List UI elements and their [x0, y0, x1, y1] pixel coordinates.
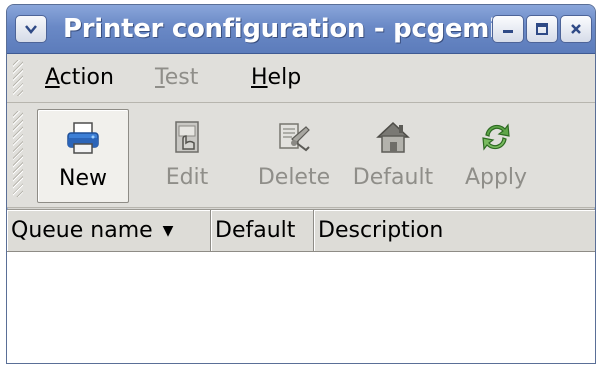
column-header-default-label: Default — [215, 218, 296, 243]
new-button[interactable]: New — [37, 109, 129, 203]
column-header-description-label: Description — [318, 218, 444, 243]
menu-help[interactable]: Help — [251, 54, 301, 102]
column-header-default[interactable]: Default — [211, 210, 314, 252]
menu-action-label: ction — [59, 65, 114, 90]
new-button-label: New — [59, 166, 107, 191]
window-menu-button[interactable] — [15, 15, 47, 43]
printer-icon — [67, 122, 99, 154]
close-icon — [571, 24, 581, 34]
chevron-down-icon — [25, 25, 37, 34]
maximize-icon — [536, 23, 548, 35]
edit-icon — [175, 121, 199, 153]
menu-test-label: est — [164, 65, 199, 90]
edit-button[interactable]: Edit — [157, 109, 217, 201]
apply-button-label: Apply — [464, 165, 528, 190]
home-icon — [376, 121, 410, 153]
minimize-icon — [503, 30, 513, 33]
column-header-queue-name[interactable]: Queue name ▼ — [7, 210, 211, 252]
maximize-button[interactable] — [526, 15, 558, 43]
close-button[interactable] — [560, 15, 592, 43]
delete-button[interactable]: Delete — [251, 109, 337, 201]
menu-test-mnemonic: T — [155, 65, 165, 90]
queue-list[interactable]: Queue name ▼ Default Description — [7, 209, 595, 363]
title-bar[interactable]: Printer configuration - pcgemila — [7, 5, 595, 54]
printer-config-window: Printer configuration - pcgemila Action … — [6, 4, 596, 364]
column-header-description[interactable]: Description — [314, 210, 595, 252]
sort-descending-icon: ▼ — [162, 223, 174, 239]
menu-test[interactable]: Test — [155, 54, 198, 102]
menu-action[interactable]: Action — [45, 54, 114, 102]
delete-icon — [279, 123, 310, 152]
toolbar-grip-handle[interactable] — [13, 111, 23, 197]
apply-button[interactable]: Apply — [451, 109, 541, 201]
edit-button-label: Edit — [165, 165, 209, 190]
default-button[interactable]: Default — [343, 109, 443, 201]
menu-help-label: elp — [267, 65, 302, 90]
menubar-grip-handle[interactable] — [13, 60, 23, 96]
menu-bar: Action Test Help — [7, 54, 595, 103]
toolbar: New Edit Delete Default Apply — [7, 103, 595, 208]
column-header-queue-name-label: Queue name — [11, 218, 153, 243]
menu-help-mnemonic: H — [251, 65, 268, 90]
window-title: Printer configuration - pcgemila — [63, 14, 524, 44]
default-button-label: Default — [352, 165, 434, 190]
menu-action-mnemonic: A — [45, 65, 60, 90]
delete-button-label: Delete — [257, 165, 331, 190]
minimize-button[interactable] — [492, 15, 524, 43]
apply-icon — [482, 123, 510, 151]
